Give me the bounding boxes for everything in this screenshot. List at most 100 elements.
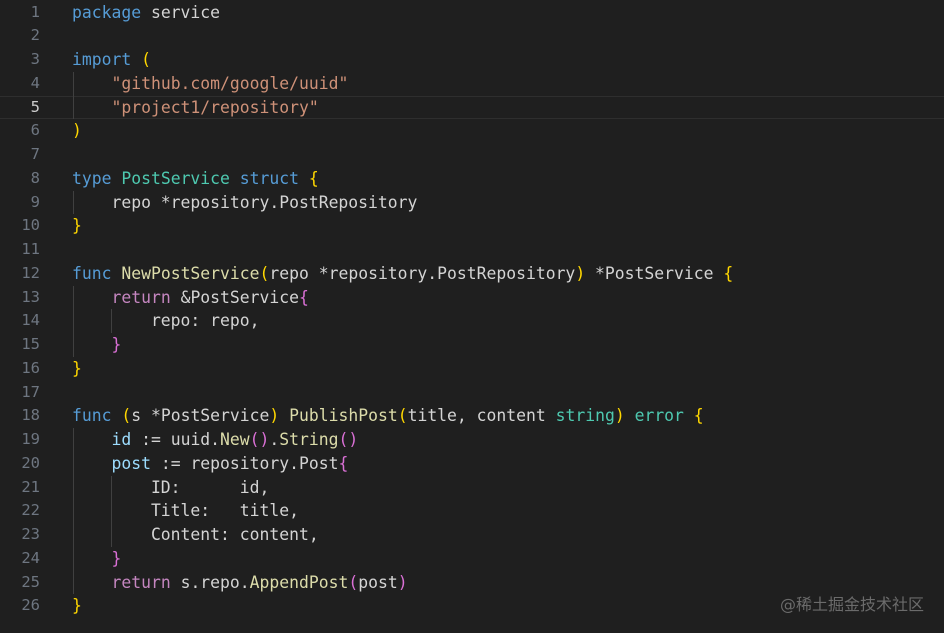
code-token: }	[72, 596, 82, 616]
line-number: 9	[30, 192, 40, 211]
code-token: package	[72, 2, 142, 22]
code-token: := uuid.	[131, 430, 221, 449]
line-code: package service	[72, 1, 220, 25]
code-line[interactable]: 2	[0, 24, 944, 48]
line-code: }	[72, 214, 82, 238]
line-number: 5	[30, 97, 40, 116]
code-token: {	[308, 168, 319, 188]
code-token: PublishPost	[289, 406, 398, 426]
line-number: 4	[30, 73, 40, 92]
code-token: repo *repository.PostRepository	[72, 192, 418, 212]
code-token: (	[121, 406, 132, 426]
line-code: post := repository.Post{	[72, 452, 348, 476]
code-line[interactable]: 10}	[0, 214, 944, 238]
code-token: New	[220, 430, 250, 449]
code-token: ()	[338, 430, 359, 449]
line-number: 7	[30, 145, 40, 163]
code-token: }	[72, 358, 82, 378]
code-line[interactable]: 4 "github.com/google/uuid"	[0, 72, 944, 96]
code-line[interactable]: 1 package service	[0, 1, 944, 25]
code-token: ID: id,	[72, 477, 270, 497]
line-code: ID: id,	[72, 476, 269, 500]
line-code: type PostService struct {	[72, 167, 319, 191]
line-number: 26	[21, 596, 40, 615]
line-code: func (s *PostService) PublishPost(title,…	[72, 404, 704, 428]
code-line[interactable]: 22 Title: title,	[0, 499, 944, 523]
code-token: func	[72, 263, 112, 283]
line-code: }	[72, 594, 82, 618]
line-code: "project1/repository"	[72, 96, 318, 120]
line-number: 22	[21, 501, 40, 520]
code-line[interactable]: 9 repo *repository.PostRepository	[0, 191, 944, 215]
code-token: )	[614, 406, 625, 426]
code-line[interactable]: 20 post := repository.Post{	[0, 452, 944, 476]
code-token: func	[72, 406, 112, 426]
indent-guide	[72, 71, 74, 120]
indent-guide	[72, 285, 74, 357]
code-token: struct	[239, 168, 300, 188]
code-token: }	[72, 216, 82, 236]
code-token: "github.com/google/uuid"	[111, 73, 349, 93]
code-token: .	[269, 430, 280, 449]
code-line[interactable]: 21 ID: id,	[0, 476, 944, 500]
code-token: {	[723, 263, 734, 283]
line-number: 24	[21, 548, 40, 567]
code-line[interactable]: 7	[0, 143, 944, 167]
line-number: 1	[30, 2, 40, 21]
code-line[interactable]: 16}	[0, 357, 944, 381]
line-number: 25	[21, 572, 40, 591]
line-number: 10	[21, 216, 40, 235]
code-line[interactable]: 11	[0, 238, 944, 262]
code-line[interactable]: 24 }	[0, 547, 944, 571]
code-token: string	[555, 406, 615, 426]
code-token: {	[338, 453, 349, 473]
line-code: func NewPostService(repo *repository.Pos…	[72, 262, 733, 286]
code-line[interactable]: 5 "project1/repository"	[0, 96, 944, 120]
line-number: 15	[21, 335, 40, 353]
line-number: 16	[21, 358, 40, 377]
line-code: repo *repository.PostRepository	[72, 191, 417, 215]
line-code: }	[72, 357, 82, 381]
line-number: 21	[21, 477, 40, 496]
code-line[interactable]: 18 func (s *PostService) PublishPost(titl…	[0, 404, 944, 428]
code-token: NewPostService	[121, 263, 260, 283]
code-line[interactable]: 15 }	[0, 333, 944, 357]
code-editor[interactable]: 1 package service 2 3 import (4 "github.com/…	[0, 0, 944, 633]
code-line[interactable]: 23 Content: content,	[0, 523, 944, 547]
line-code: }	[72, 333, 121, 357]
code-token: {	[693, 406, 704, 426]
code-line[interactable]: 13 return &PostService{	[0, 286, 944, 310]
code-line[interactable]: 19 id := uuid.New().String()	[0, 428, 944, 452]
code-token: type	[72, 168, 112, 188]
code-token: )	[397, 572, 408, 592]
code-token: {	[299, 287, 309, 307]
line-number: 12	[21, 263, 40, 282]
code-token: )	[269, 406, 280, 426]
line-number: 6	[30, 121, 40, 140]
code-token: id	[111, 430, 132, 449]
line-code: Title: title,	[72, 499, 299, 523]
line-code: Content: content,	[72, 523, 319, 547]
line-code: return s.repo.AppendPost(post)	[72, 571, 408, 595]
code-line[interactable]: 3 import (	[0, 48, 944, 72]
code-token: AppendPost	[249, 572, 349, 592]
code-line[interactable]: 17	[0, 381, 944, 405]
code-line[interactable]: 6)	[0, 119, 944, 143]
code-token: import	[72, 50, 132, 69]
line-number: 3	[30, 50, 40, 68]
code-token: &PostService	[170, 287, 299, 307]
line-number: 14	[21, 311, 40, 330]
code-token: post	[358, 572, 398, 592]
code-line[interactable]: 14 repo: repo,	[0, 309, 944, 333]
code-token: }	[111, 548, 122, 568]
code-line[interactable]: 12 func NewPostService(repo *repository.P…	[0, 262, 944, 286]
code-line[interactable]: 8 type PostService struct {	[0, 167, 944, 191]
